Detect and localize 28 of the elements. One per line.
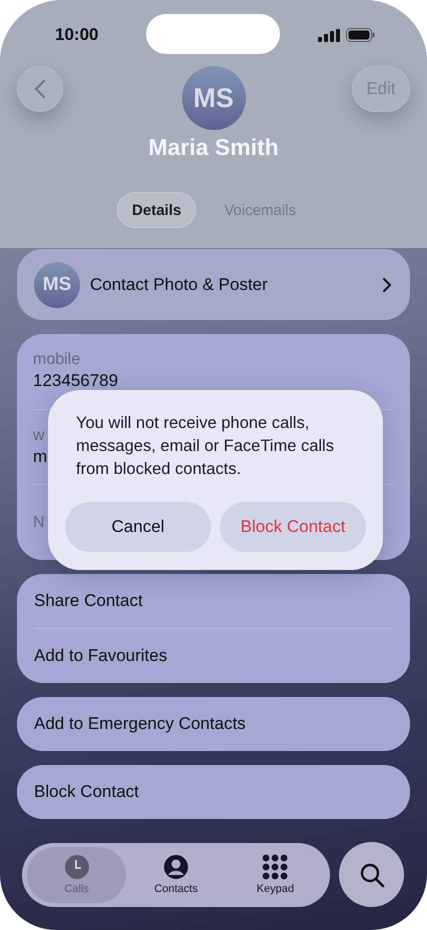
action-item[interactable]: Block Contact [34,765,393,819]
battery-icon [346,28,375,42]
back-icon [34,79,46,99]
tab-bar-item[interactable]: Contacts [126,846,226,902]
search-icon [358,862,384,888]
photo-poster-row[interactable]: MS Contact Photo & Poster [17,249,410,320]
action-item[interactable]: Add to Emergency Contacts [34,697,393,751]
field-label: N [33,512,45,533]
field-value: m [33,446,48,468]
field-label: mobile [33,350,80,370]
chevron-icon [382,276,392,292]
row-label: Contact Photo & Poster [90,274,269,294]
signal-icon [318,28,340,42]
alert-button[interactable]: Cancel [65,502,211,552]
status-time: 10:00 [55,25,98,45]
contact-avatar: MS [182,66,246,130]
action-item[interactable]: Share Contact [34,574,393,628]
contact-avatar: MS [34,262,80,308]
person-icon [162,854,189,880]
contact-name: Maria Smith [148,134,279,162]
field-label: w [33,426,45,446]
field-value: 123456789 [33,370,118,392]
tab-bar-item[interactable]: Keypad [226,846,325,902]
action-item[interactable]: Add to Favourites [34,629,393,683]
segment-tab[interactable]: Details [117,192,196,228]
alert-message: You will not receive phone calls, messages, email or FaceTime calls from blocked contacts. [76,413,335,480]
keypad-icon [262,854,288,880]
clock-icon [64,854,90,880]
